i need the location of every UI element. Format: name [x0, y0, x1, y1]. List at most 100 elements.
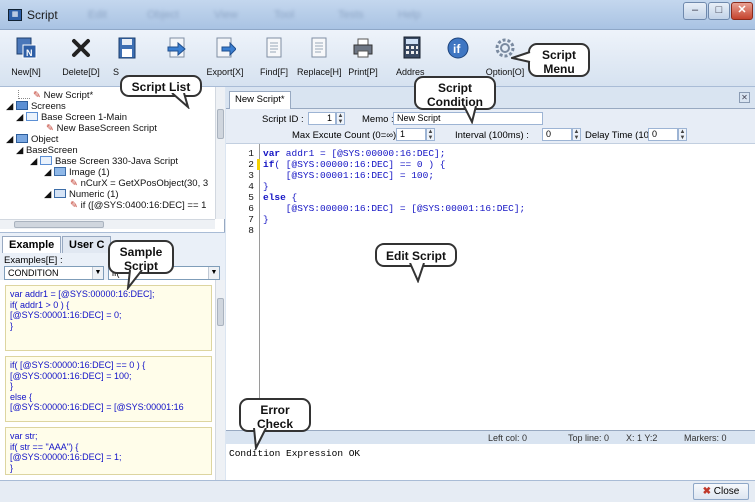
examples-list: var addr1 = [@SYS:00000:16:DEC]; if( add…: [0, 280, 225, 480]
max-count-spinner[interactable]: ▲ ▼: [426, 128, 435, 141]
tree-node-label: Object: [30, 134, 59, 145]
save-button[interactable]: S: [105, 36, 149, 80]
tree-node-new-script[interactable]: ✎ New Script*: [18, 90, 93, 101]
menu-item-blurred[interactable]: Help: [398, 9, 421, 21]
tree-horizontal-scrollbar[interactable]: [0, 219, 215, 229]
replace-button[interactable]: Replace[H]: [297, 36, 342, 80]
examples-label: Examples[E] :: [4, 255, 63, 266]
scrollbar-thumb[interactable]: [217, 298, 224, 326]
error-check-output: Condition Expression OK: [226, 444, 755, 480]
tab-user[interactable]: User C: [62, 236, 112, 253]
svg-text:if: if: [453, 42, 461, 56]
line-number: 5: [248, 192, 254, 203]
error-message: Condition Expression OK: [229, 448, 361, 459]
new-label: New[N]: [11, 67, 41, 77]
pencil-icon: ✎: [70, 178, 78, 189]
example-line: [@SYS:00000:16:DEC] = [@SYS:00001:16: [10, 402, 184, 412]
max-count-input[interactable]: 1: [396, 128, 426, 141]
script-condition-panel: Script ID : 1 ▲ ▼ Memo : New Script Max E…: [226, 109, 755, 144]
tree-node-base-screen-main[interactable]: ◢ Base Screen 1-Main: [16, 112, 127, 123]
tree-node-basescreen[interactable]: ◢ BaseScreen: [16, 145, 78, 156]
print-label: Print[P]: [348, 67, 378, 77]
scrollbar-thumb[interactable]: [14, 221, 104, 228]
expand-arrow-icon: ◢: [6, 101, 14, 112]
import-button[interactable]: [155, 36, 199, 80]
tree-vertical-scrollbar[interactable]: [215, 87, 225, 219]
menu-item-blurred[interactable]: View: [214, 9, 238, 21]
expand-arrow-icon: ◢: [16, 112, 24, 123]
tree-node-label: Base Screen 330-Java Script: [54, 156, 178, 167]
code-area[interactable]: 1 2 3 4 5 6 7 8 var addr1 = [@SYS:00000:…: [226, 144, 755, 430]
tab-example[interactable]: Example: [2, 236, 62, 253]
line-number: 8: [248, 225, 254, 236]
category-value: CONDITION: [8, 268, 59, 278]
callout-script-condition: Script Condition: [414, 76, 496, 110]
replace-label: Replace[H]: [297, 67, 342, 77]
export-button[interactable]: Export[X]: [203, 36, 247, 80]
tab-new-script[interactable]: New Script*: [229, 91, 291, 109]
example-line: }: [10, 320, 14, 331]
scrollbar-thumb[interactable]: [217, 109, 224, 139]
tree-node-object[interactable]: ◢ Object: [6, 134, 58, 145]
menu-item-blurred[interactable]: Tests: [338, 9, 364, 21]
minimize-button[interactable]: –: [683, 2, 707, 20]
delete-button[interactable]: Delete[D]: [59, 36, 103, 80]
callout-tail: [511, 51, 531, 63]
example-snippet[interactable]: var addr1 = [@SYS:00000:16:DEC]; if( add…: [5, 285, 212, 351]
screen-icon: [39, 156, 52, 165]
tree-node-new-basescreen-script[interactable]: ✎ New BaseScreen Script: [46, 123, 157, 134]
address-button[interactable]: Addres: [390, 36, 434, 80]
image-icon: [53, 167, 66, 176]
line-number: 6: [248, 203, 254, 214]
export-label: Export[X]: [206, 67, 244, 77]
close-tab-icon[interactable]: ✕: [739, 92, 750, 103]
interval-input[interactable]: 0: [542, 128, 572, 141]
expand-arrow-icon: ◢: [16, 145, 24, 156]
interval-label: Interval (100ms) :: [455, 130, 529, 141]
tree-node-label: Image (1): [68, 167, 110, 178]
tree-node-ncurx[interactable]: ✎ nCurX = GetXPosObject(30, 3: [70, 178, 208, 189]
printer-icon: [350, 36, 376, 60]
cursor-position-status: X: 1 Y:2: [626, 433, 658, 443]
new-icon: N: [13, 36, 39, 60]
delay-spinner[interactable]: ▲ ▼: [678, 128, 687, 141]
example-line: if( str == "AAA") {: [10, 441, 79, 452]
if-condition-icon: if: [445, 36, 471, 60]
menu-item-blurred[interactable]: Object: [147, 9, 179, 21]
tree-node-image[interactable]: ◢ Image (1): [44, 167, 110, 178]
examples-scrollbar[interactable]: [215, 280, 225, 480]
example-snippet[interactable]: var str; if( str == "AAA") { [@SYS:00000…: [5, 427, 212, 475]
code-line: [@SYS:00001:16:DEC] = 100;: [263, 170, 435, 181]
callout-tail: [126, 270, 143, 290]
tree-node-label: Numeric (1): [68, 189, 119, 200]
close-window-button[interactable]: ✕: [731, 2, 753, 20]
maximize-button[interactable]: □: [708, 2, 730, 20]
condition-button[interactable]: if: [436, 36, 480, 80]
category-select[interactable]: CONDITION ▼: [4, 266, 104, 280]
print-button[interactable]: Print[P]: [341, 36, 385, 80]
current-line-marker: [257, 159, 260, 170]
menu-item-blurred[interactable]: Tool: [274, 9, 294, 21]
find-button[interactable]: Find[F]: [252, 36, 296, 80]
tree-node-if-sys[interactable]: ✎ if ([@SYS:0400:16:DEC] == 1: [70, 200, 206, 211]
delay-input[interactable]: 0: [648, 128, 678, 141]
chevron-down-icon: ▼: [92, 267, 103, 279]
tree-node-numeric[interactable]: ◢ Numeric (1): [44, 189, 119, 200]
tree-node-base-screen-java[interactable]: ◢ Base Screen 330-Java Script: [30, 156, 178, 167]
new-button[interactable]: N New[N]: [4, 36, 48, 80]
tree-node-screens[interactable]: ◢ Screens: [6, 101, 66, 112]
code-line: }: [263, 181, 269, 192]
example-snippet[interactable]: if( [@SYS:00000:16:DEC] == 0 ) { [@SYS:0…: [5, 356, 212, 422]
code-keyword: if: [263, 159, 275, 170]
script-id-input[interactable]: 1: [308, 112, 336, 125]
object-folder-icon: [15, 134, 28, 143]
interval-spinner[interactable]: ▲ ▼: [572, 128, 581, 141]
close-button[interactable]: ✖ Close: [693, 483, 749, 500]
code-line: var addr1 = [@SYS:00000:16:DEC];: [263, 148, 446, 159]
script-id-spinner[interactable]: ▲ ▼: [336, 112, 345, 125]
example-line: [@SYS:00001:16:DEC] = 0;: [10, 310, 122, 320]
code-keyword: else: [263, 192, 286, 203]
tree-node-label: Base Screen 1-Main: [40, 112, 128, 123]
menu-item-blurred[interactable]: Edit: [88, 9, 107, 21]
example-line: [@SYS:00001:16:DEC] = 100;: [10, 370, 132, 381]
